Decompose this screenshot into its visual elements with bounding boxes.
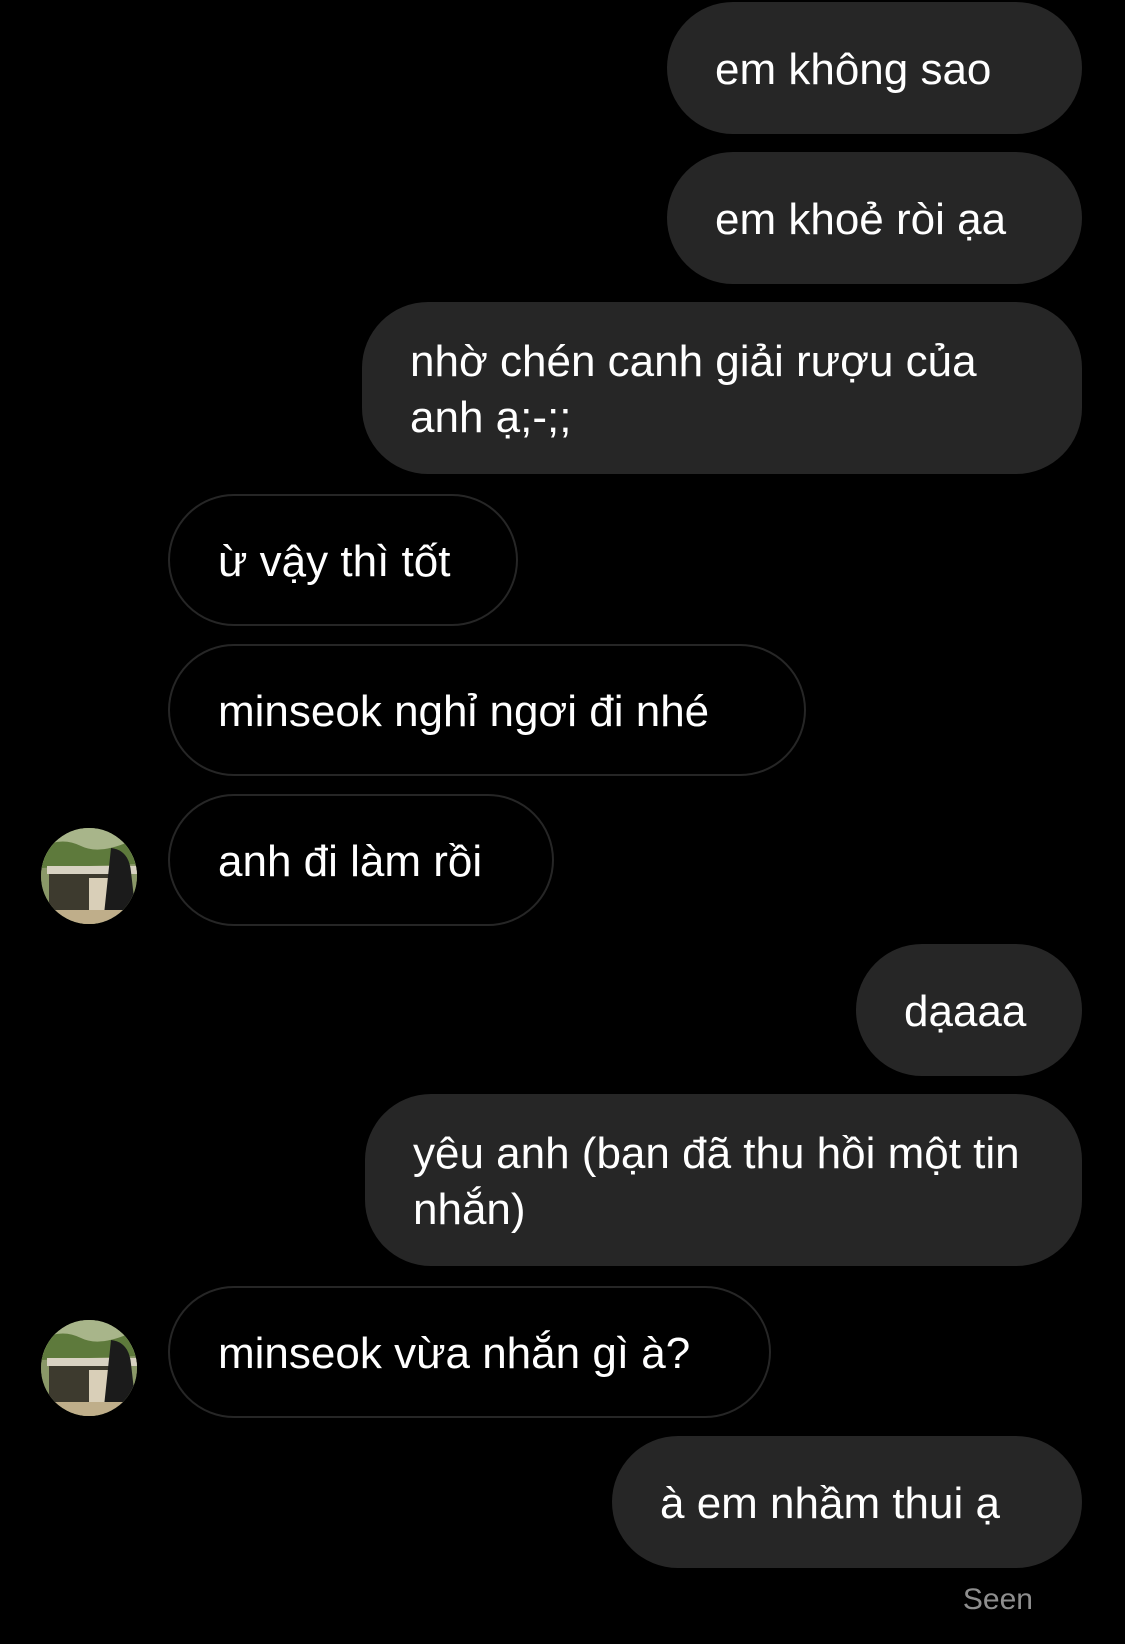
outgoing-message[interactable]: yêu anh (bạn đã thu hồi một tin nhắn) xyxy=(365,1094,1082,1266)
outgoing-message[interactable]: em khoẻ ròi ạa xyxy=(667,152,1082,284)
message-text: em khoẻ ròi ạa xyxy=(715,195,1007,244)
message-text: ừ vậy thì tốt xyxy=(218,537,451,586)
message-text: minseok vừa nhắn gì à? xyxy=(218,1329,691,1378)
incoming-message[interactable]: minseok nghỉ ngơi đi nhé xyxy=(168,644,806,776)
message-text: em không sao xyxy=(715,45,992,94)
message-text: anh đi làm rồi xyxy=(218,837,483,886)
message-text: dạaaa xyxy=(904,987,1027,1036)
message-text: yêu anh (bạn đã thu hồi một tin nhắn) xyxy=(413,1129,1020,1234)
avatar[interactable] xyxy=(41,1320,137,1416)
incoming-message[interactable]: ừ vậy thì tốt xyxy=(168,494,518,626)
message-thread: em không sao em khoẻ ròi ạa nhờ chén can… xyxy=(0,0,1125,1644)
message-text: nhờ chén canh giải rượu của anh ạ;-;; xyxy=(410,337,977,442)
message-text: à em nhầm thui ạ xyxy=(660,1479,1000,1528)
profile-photo-avatar-icon xyxy=(41,1320,137,1416)
message-text: minseok nghỉ ngơi đi nhé xyxy=(218,687,710,736)
seen-status: Seen xyxy=(962,1583,1033,1616)
outgoing-message[interactable]: dạaaa xyxy=(856,944,1082,1076)
avatar[interactable] xyxy=(41,828,137,924)
outgoing-message[interactable]: em không sao xyxy=(667,2,1082,134)
profile-photo-avatar-icon xyxy=(41,828,137,924)
outgoing-message[interactable]: à em nhầm thui ạ xyxy=(612,1436,1082,1568)
outgoing-message[interactable]: nhờ chén canh giải rượu của anh ạ;-;; xyxy=(362,302,1082,474)
incoming-message[interactable]: anh đi làm rồi xyxy=(168,794,554,926)
incoming-message[interactable]: minseok vừa nhắn gì à? xyxy=(168,1286,771,1418)
